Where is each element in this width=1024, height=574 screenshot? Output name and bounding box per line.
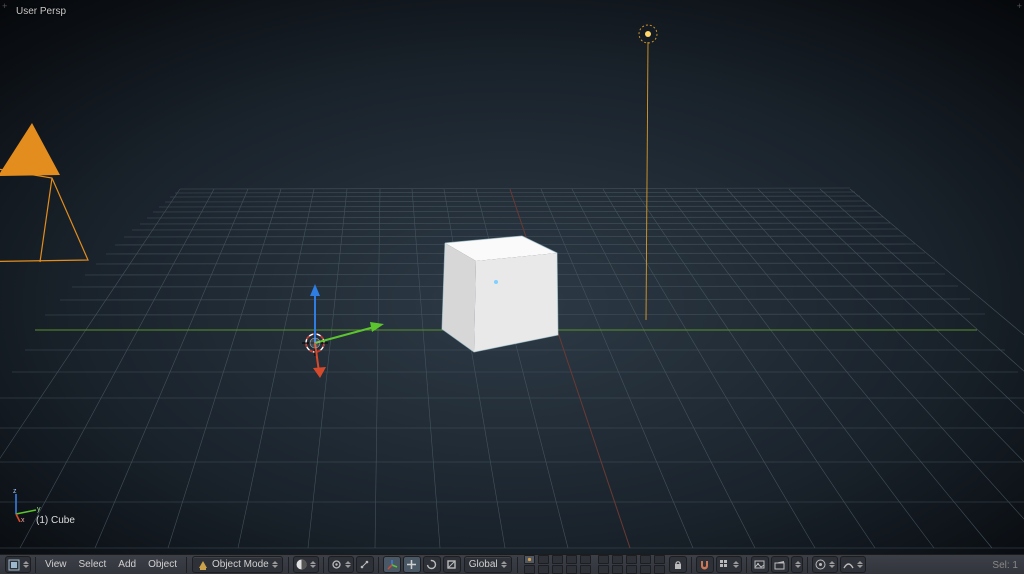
opengl-render-anim[interactable] bbox=[771, 556, 789, 573]
manipulator-toggle[interactable] bbox=[383, 556, 401, 573]
manipulate-center-toggle[interactable] bbox=[356, 556, 374, 573]
proportional-falloff[interactable] bbox=[840, 556, 866, 573]
menu-object[interactable]: Object bbox=[142, 555, 183, 574]
svg-text:x: x bbox=[21, 517, 25, 522]
view3d-header: View Select Add Object Object Mode Globa… bbox=[0, 554, 1024, 574]
layer-7[interactable] bbox=[612, 555, 623, 564]
menu-view[interactable]: View bbox=[39, 555, 73, 574]
editor-type-menu[interactable] bbox=[5, 556, 31, 573]
mode-selector[interactable]: Object Mode bbox=[192, 556, 283, 573]
snap-increment-icon bbox=[719, 559, 730, 570]
mode-label: Object Mode bbox=[212, 559, 269, 570]
layer-12[interactable] bbox=[538, 565, 549, 574]
active-object-label: (1) Cube bbox=[36, 515, 75, 526]
region-split-handle[interactable]: + bbox=[1017, 2, 1022, 12]
lock-to-scene[interactable] bbox=[669, 556, 687, 573]
layer-19[interactable] bbox=[640, 565, 651, 574]
menu-select[interactable]: Select bbox=[73, 555, 113, 574]
scene-canvas bbox=[0, 0, 1024, 554]
opengl-render-image[interactable] bbox=[751, 556, 769, 573]
layer-10[interactable] bbox=[654, 555, 665, 564]
scale-icon bbox=[446, 559, 457, 570]
layer-buttons bbox=[523, 555, 666, 574]
manipulator-axes-icon bbox=[386, 559, 398, 571]
proportional-icon bbox=[815, 559, 826, 570]
layer-2[interactable] bbox=[538, 555, 549, 564]
layer-4[interactable] bbox=[566, 555, 577, 564]
pivot-point[interactable] bbox=[328, 556, 354, 573]
layer-8[interactable] bbox=[626, 555, 637, 564]
snap-toggle[interactable] bbox=[696, 556, 714, 573]
status-selection: Sel: 1 bbox=[992, 560, 1018, 571]
clapper-icon bbox=[774, 559, 785, 570]
menu-add[interactable]: Add bbox=[112, 555, 142, 574]
snap-element[interactable] bbox=[716, 556, 742, 573]
manipulator-translate[interactable] bbox=[403, 556, 421, 573]
projection-label: User Persp bbox=[16, 6, 66, 17]
viewport-3d[interactable]: User Persp + + z y x (1) Cube bbox=[0, 0, 1024, 554]
svg-text:y: y bbox=[37, 506, 41, 513]
layer-17[interactable] bbox=[612, 565, 623, 574]
layer-9[interactable] bbox=[640, 555, 651, 564]
layer-11[interactable] bbox=[524, 565, 535, 574]
viewport-shading[interactable] bbox=[293, 556, 319, 573]
cube-object[interactable] bbox=[442, 236, 558, 352]
object-mode-icon bbox=[197, 559, 209, 571]
lock-icon bbox=[673, 560, 683, 570]
layer-20[interactable] bbox=[654, 565, 665, 574]
layer-1[interactable] bbox=[524, 555, 535, 564]
proportional-edit[interactable] bbox=[812, 556, 838, 573]
falloff-icon bbox=[843, 559, 854, 570]
manipulator-rotate[interactable] bbox=[423, 556, 441, 573]
svg-text:z: z bbox=[13, 488, 17, 495]
layer-14[interactable] bbox=[566, 565, 577, 574]
layer-16[interactable] bbox=[598, 565, 609, 574]
translate-icon bbox=[406, 559, 417, 570]
region-split-handle[interactable]: + bbox=[2, 2, 7, 12]
layer-6[interactable] bbox=[598, 555, 609, 564]
layer-13[interactable] bbox=[552, 565, 563, 574]
render-image-icon bbox=[754, 559, 765, 570]
layer-18[interactable] bbox=[626, 565, 637, 574]
rotate-icon bbox=[426, 559, 437, 570]
magnet-icon bbox=[699, 559, 710, 570]
layer-5[interactable] bbox=[580, 555, 591, 564]
opengl-render-options[interactable] bbox=[791, 556, 803, 573]
transform-orientation[interactable]: Global bbox=[464, 556, 512, 573]
orientation-label: Global bbox=[469, 559, 498, 570]
layer-15[interactable] bbox=[580, 565, 591, 574]
layer-3[interactable] bbox=[552, 555, 563, 564]
manipulator-scale[interactable] bbox=[443, 556, 461, 573]
